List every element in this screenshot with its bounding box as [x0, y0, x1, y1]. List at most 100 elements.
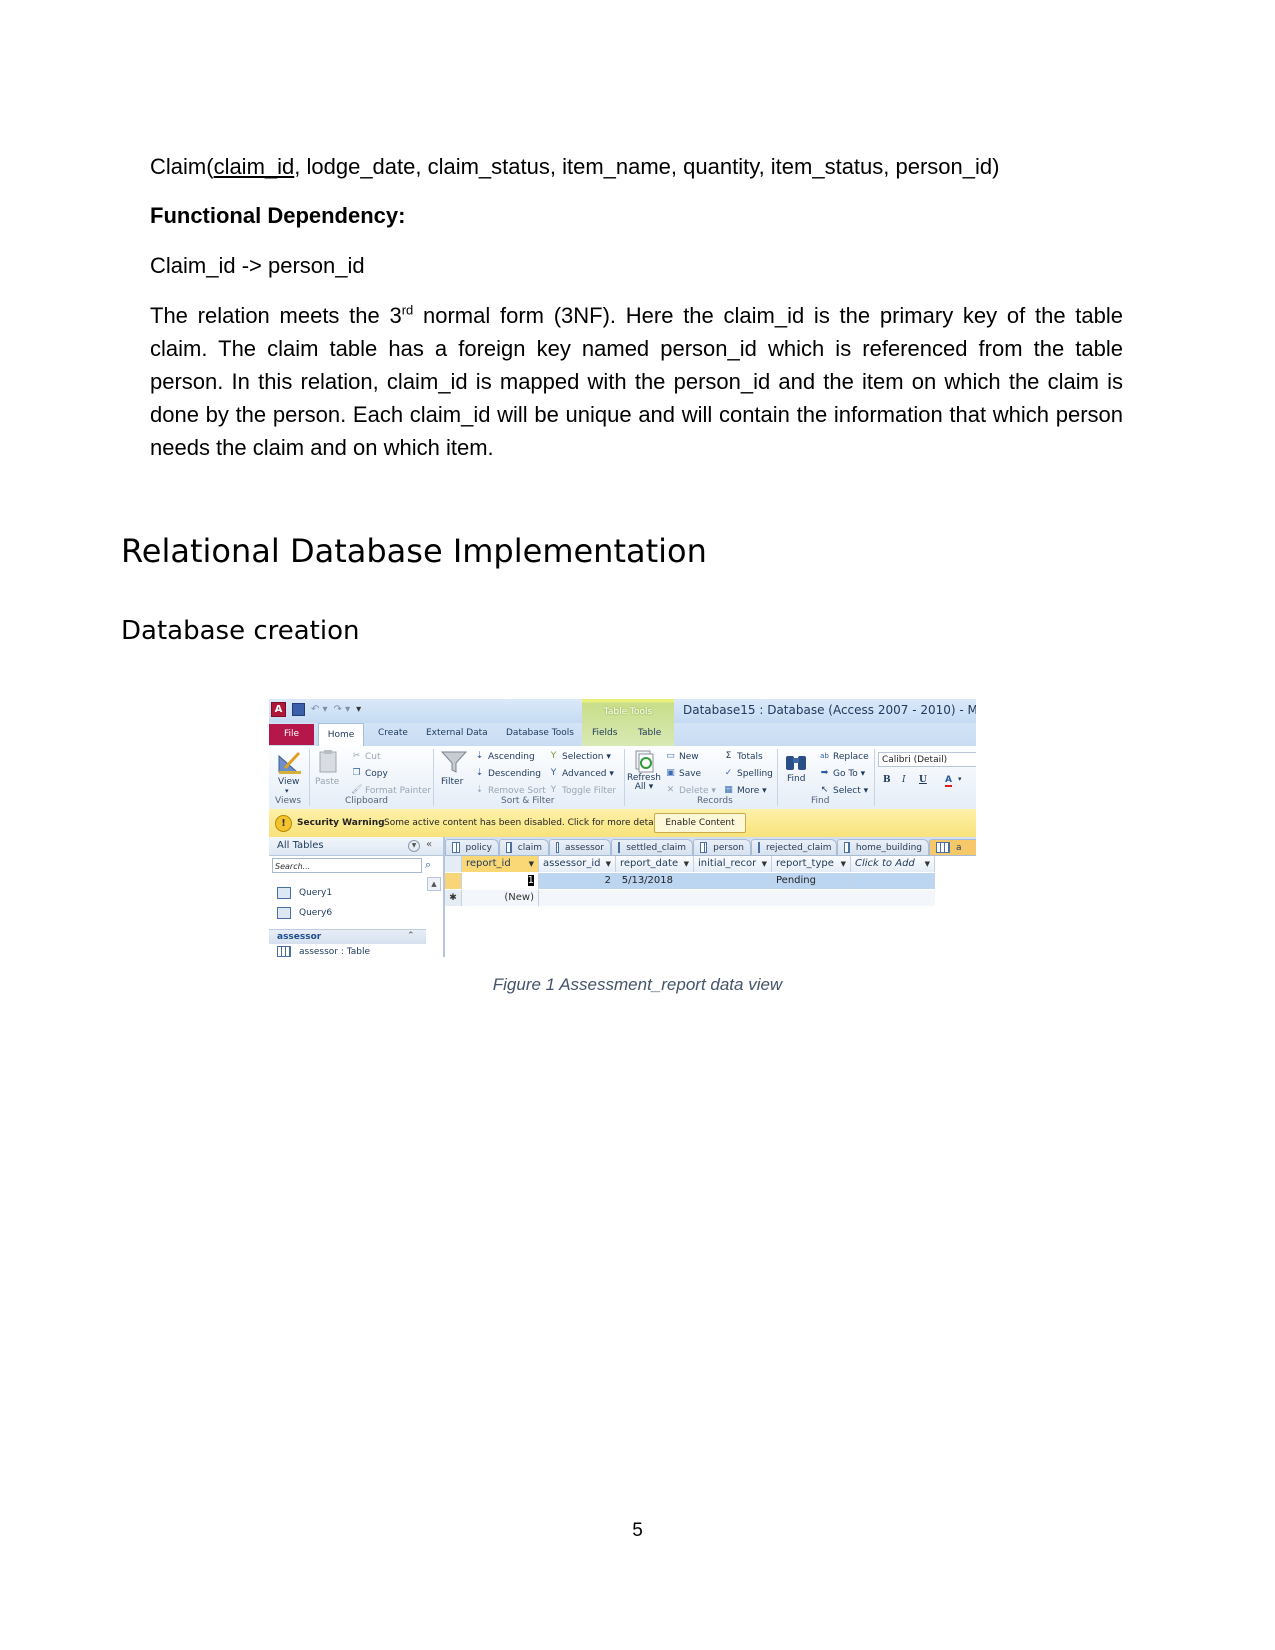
- totals-button[interactable]: Σ Totals: [723, 751, 763, 762]
- column-dropdown-icon[interactable]: ▼: [606, 856, 611, 872]
- ascending-button[interactable]: ⇣ Ascending: [474, 751, 535, 762]
- save-icon[interactable]: [292, 703, 305, 716]
- nav-group-assessor[interactable]: assessor ⌃: [269, 929, 426, 944]
- object-tab-policy[interactable]: policy: [445, 839, 499, 855]
- collapse-chevron-icon[interactable]: ⌃: [407, 931, 415, 941]
- scissors-icon: ✂: [352, 751, 361, 761]
- group-separator: [777, 749, 778, 806]
- italic-button[interactable]: I: [902, 775, 906, 785]
- replace-button[interactable]: ab Replace: [819, 751, 868, 762]
- refresh-all-button[interactable]: Refresh All ▾: [627, 774, 661, 792]
- remove-sort-button[interactable]: ⇣ Remove Sort: [474, 785, 546, 796]
- toggle-filter-button[interactable]: Y Toggle Filter: [548, 785, 616, 796]
- tab-fields[interactable]: Fields: [592, 728, 617, 738]
- column-dropdown-icon[interactable]: ▼: [762, 856, 767, 872]
- font-name-select[interactable]: Calibri (Detail): [878, 752, 976, 767]
- underline-button[interactable]: U: [919, 775, 927, 785]
- format-painter-button[interactable]: 🖌 Format Painter: [351, 785, 431, 796]
- nav-item-query6[interactable]: Query6: [277, 907, 332, 919]
- nav-item-assessor-table[interactable]: assessor : Table: [277, 946, 370, 957]
- delete-record-button[interactable]: ✕ Delete ▾: [665, 785, 716, 796]
- table-row[interactable]: 1 2 5/13/2018 Pending: [445, 873, 935, 889]
- cell-report-type[interactable]: Pending: [772, 873, 851, 889]
- object-tab-rejected-claim[interactable]: rejected_claim: [751, 839, 837, 855]
- column-dropdown-icon[interactable]: ▼: [529, 856, 534, 872]
- nav-search-input[interactable]: Search...: [272, 858, 422, 873]
- object-tab-settled-claim[interactable]: settled_claim: [611, 839, 693, 855]
- column-header-click-to-add[interactable]: Click to Add ▼: [851, 856, 935, 872]
- object-tab-assessor[interactable]: assessor: [549, 839, 611, 855]
- column-dropdown-icon[interactable]: ▼: [925, 856, 930, 872]
- column-dropdown-icon[interactable]: ▼: [684, 856, 689, 872]
- more-button[interactable]: ▦ More ▾: [723, 785, 766, 796]
- cell-report-date[interactable]: 5/13/2018: [616, 873, 694, 889]
- find-button[interactable]: Find: [787, 774, 805, 784]
- copy-button[interactable]: ❐ Copy: [351, 768, 387, 779]
- security-warning-message[interactable]: Some active content has been disabled. C…: [384, 818, 666, 828]
- column-header-report-type[interactable]: report_type ▼: [772, 856, 851, 872]
- grid-icon: ▦: [724, 785, 733, 795]
- column-header-report-id[interactable]: report_id ▼: [462, 856, 539, 872]
- ordinal-superscript: rd: [401, 302, 414, 318]
- column-header-assessor-id[interactable]: assessor_id ▼: [539, 856, 616, 872]
- group-sort-filter-label: Sort & Filter: [501, 796, 555, 806]
- new-record-row[interactable]: ✱ (New): [445, 890, 935, 906]
- group-records-label: Records: [697, 796, 733, 806]
- column-header-initial-record[interactable]: initial_recor ▼: [694, 856, 772, 872]
- object-tab-claim[interactable]: claim: [499, 839, 549, 855]
- cell-initial-record[interactable]: [694, 873, 772, 889]
- nav-item-query1[interactable]: Query1: [277, 887, 332, 899]
- tab-file[interactable]: File: [269, 724, 314, 745]
- record-selector[interactable]: [445, 873, 462, 889]
- paste-button[interactable]: Paste: [315, 777, 339, 787]
- tab-external-data[interactable]: External Data: [426, 728, 488, 738]
- spelling-button[interactable]: ✓ Spelling: [723, 768, 773, 779]
- save-record-button[interactable]: ▣ Save: [665, 768, 701, 779]
- shutter-bar-close-icon[interactable]: «: [426, 839, 432, 850]
- cell-report-id[interactable]: 1: [462, 873, 539, 889]
- object-tab-home-building[interactable]: home_building: [837, 839, 929, 855]
- redo-icon[interactable]: ↷ ▾: [334, 704, 351, 715]
- nav-pane-title[interactable]: All Tables: [277, 840, 324, 851]
- font-color-button[interactable]: A: [945, 775, 952, 787]
- nav-pane-menu-icon[interactable]: ▼: [408, 840, 420, 852]
- object-tab-assessment-report[interactable]: a: [929, 839, 976, 855]
- page-number: 5: [632, 1520, 643, 1541]
- column-dropdown-icon[interactable]: ▼: [841, 856, 846, 872]
- object-tabs: policy claim assessor settled_claim pers…: [445, 837, 976, 856]
- new-record-button[interactable]: ▭ New: [665, 751, 698, 762]
- font-color-dropdown-icon[interactable]: ▾: [958, 775, 962, 783]
- customize-qat-icon[interactable]: ▾: [356, 704, 361, 715]
- cell-assessor-id[interactable]: 2: [539, 873, 616, 889]
- new-record-label[interactable]: (New): [462, 890, 539, 906]
- view-button[interactable]: View: [278, 777, 299, 787]
- heading-relational-database-implementation: Relational Database Implementation: [121, 532, 707, 570]
- object-tab-person[interactable]: person: [693, 839, 751, 855]
- undo-icon[interactable]: ↶ ▾: [311, 704, 328, 715]
- tab-create[interactable]: Create: [378, 728, 408, 738]
- fd-line: Claim_id -> person_id: [150, 253, 365, 278]
- sigma-icon: Σ: [725, 751, 732, 761]
- copy-icon: ❐: [352, 768, 361, 778]
- group-separator: [874, 749, 875, 806]
- new-record-empty-cells[interactable]: [539, 890, 935, 906]
- select-all-button[interactable]: [445, 856, 462, 872]
- advanced-button[interactable]: Y Advanced ▾: [548, 768, 614, 779]
- view-dropdown-icon[interactable]: ▾: [285, 787, 289, 795]
- search-icon[interactable]: ⌕: [425, 858, 431, 872]
- column-header-report-date[interactable]: report_date ▼: [616, 856, 694, 872]
- descending-button[interactable]: ⇣ Descending: [474, 768, 541, 779]
- tab-database-tools[interactable]: Database Tools: [506, 728, 574, 738]
- selection-button[interactable]: Y Selection ▾: [548, 751, 611, 762]
- go-to-button[interactable]: ➡ Go To ▾: [819, 768, 865, 779]
- enable-content-button[interactable]: Enable Content: [654, 813, 746, 833]
- select-button[interactable]: ↖ Select ▾: [819, 785, 868, 796]
- tab-home[interactable]: Home: [318, 723, 364, 747]
- filter-button[interactable]: Filter: [441, 777, 463, 787]
- bold-button[interactable]: B: [883, 775, 891, 785]
- cut-button[interactable]: ✂ Cut: [351, 751, 381, 762]
- tab-table[interactable]: Table: [638, 728, 661, 738]
- nav-scroll-up-button[interactable]: ▲: [427, 877, 441, 891]
- cell-click-to-add[interactable]: [851, 873, 935, 889]
- access-app-icon[interactable]: A: [271, 702, 286, 717]
